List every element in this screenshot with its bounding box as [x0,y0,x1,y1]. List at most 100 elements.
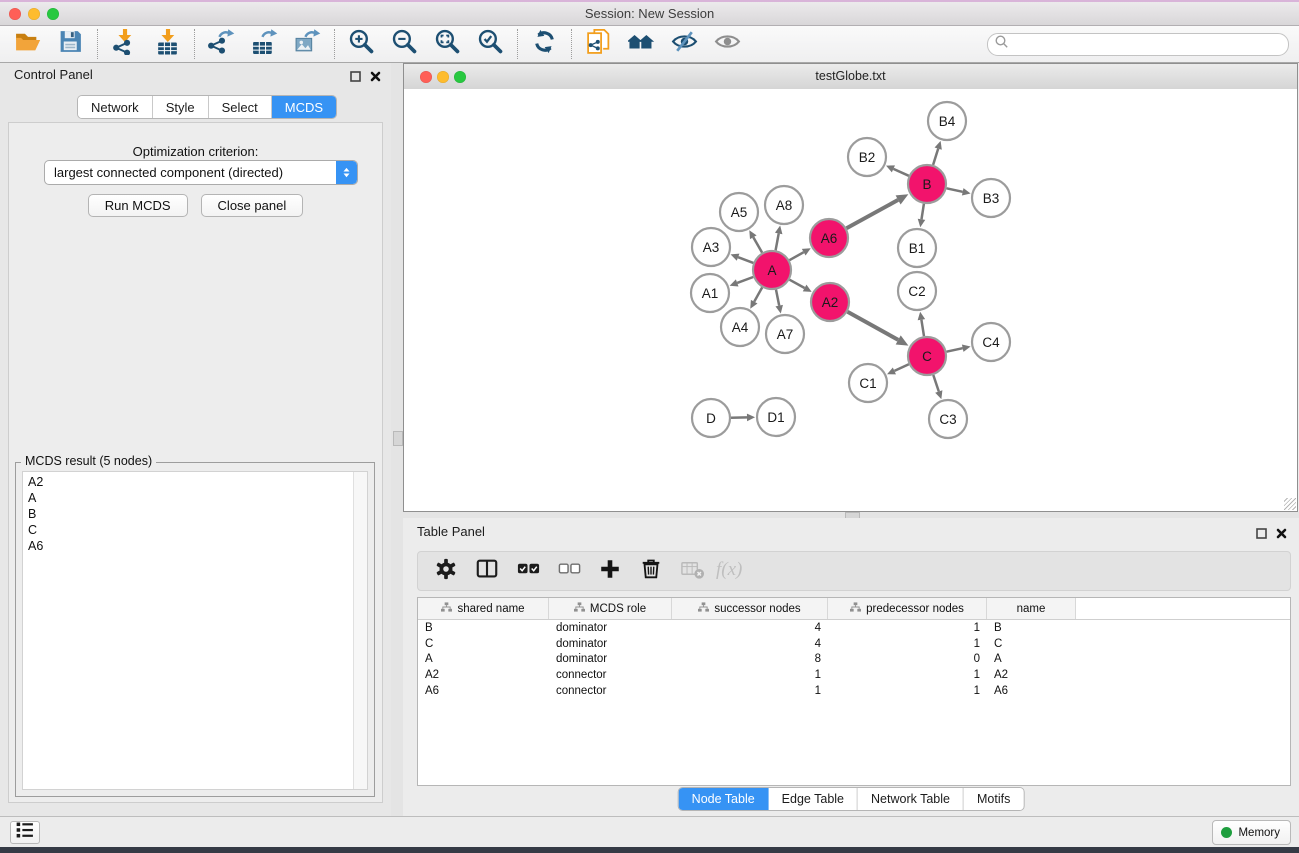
delete-column-button[interactable] [635,556,667,586]
table-cell[interactable]: connector [549,685,672,697]
column-header-name[interactable]: name [987,598,1076,619]
table-row[interactable]: A2connector11A2 [418,667,1290,683]
table-cell[interactable]: 4 [672,622,828,634]
graph-node-B3[interactable]: B3 [972,179,1010,217]
resize-corner-handle[interactable] [1284,498,1296,510]
graph-node-D1[interactable]: D1 [757,398,795,436]
export-table-button[interactable] [243,29,286,59]
column-header-successor-nodes[interactable]: successor nodes [672,598,828,619]
tab-style[interactable]: Style [153,96,209,118]
graph-node-C[interactable]: C [908,337,946,375]
graph-node-A2[interactable]: A2 [811,283,849,321]
optimization-select[interactable]: largest connected component (directed) [44,160,358,185]
graph-node-C1[interactable]: C1 [849,364,887,402]
table-cell[interactable]: 1 [672,685,828,697]
zoom-out-button[interactable] [383,29,426,59]
column-header-shared-name[interactable]: shared name [418,598,549,619]
table-cell[interactable]: 4 [672,638,828,650]
table-cell[interactable]: A [418,653,549,665]
home-button[interactable] [620,29,663,59]
graph-edge-A-A3[interactable] [738,257,753,263]
table-cell[interactable]: A6 [987,685,1076,697]
graph-edge-B-B2[interactable] [893,169,908,176]
open-file-button[interactable] [6,29,49,59]
refresh-button[interactable] [523,29,566,59]
graph-edge-C-C1[interactable] [894,364,908,371]
graph-node-A7[interactable]: A7 [766,315,804,353]
table-cell[interactable]: 1 [828,685,987,697]
mcds-result-item[interactable]: A6 [23,538,367,554]
divider-grip[interactable] [393,431,403,446]
table-row[interactable]: A6connector11A6 [418,683,1290,699]
table-row[interactable]: Cdominator41C [418,636,1290,652]
tab-network[interactable]: Network [78,96,153,118]
graph-edge-B-B4[interactable] [933,149,938,165]
table-cell[interactable]: A2 [418,669,549,681]
search-field[interactable] [987,33,1289,56]
float-panel-icon[interactable] [1254,526,1269,541]
graph-edge-A-A5[interactable] [753,237,762,252]
graph-edge-A-A1[interactable] [737,277,753,283]
table-cell[interactable]: 1 [828,622,987,634]
close-panel-icon[interactable] [1274,526,1289,541]
table-cell[interactable]: C [418,638,549,650]
network-canvas[interactable]: AA1A2A3A4A5A6A7A8BB1B2B3B4CC1C2C3C4DD1 [404,89,1297,511]
tab-network-table[interactable]: Network Table [858,788,964,810]
import-network-button[interactable] [103,29,146,59]
tab-node-table[interactable]: Node Table [679,788,769,810]
table-cell[interactable]: B [987,622,1076,634]
network-window-titlebar[interactable]: testGlobe.txt [404,64,1297,90]
graph-node-B4[interactable]: B4 [928,102,966,140]
table-cell[interactable]: A6 [418,685,549,697]
memory-button[interactable]: Memory [1212,820,1291,845]
new-network-from-selection-button[interactable] [577,29,620,59]
vertical-split-divider[interactable] [391,63,403,817]
show-all-button[interactable] [706,29,749,59]
table-cell[interactable]: B [418,622,549,634]
graph-edge-B-B3[interactable] [947,188,963,192]
table-cell[interactable]: 1 [672,669,828,681]
close-panel-button[interactable]: Close panel [201,194,304,217]
mcds-result-item[interactable]: A [23,490,367,506]
deselect-all-button[interactable] [553,556,585,586]
graph-node-D[interactable]: D [692,399,730,437]
graph-edge-A-A7[interactable] [776,290,779,306]
table-cell[interactable]: A [987,653,1076,665]
hide-selected-button[interactable] [663,29,706,59]
graph-node-A8[interactable]: A8 [765,186,803,224]
graph-node-B2[interactable]: B2 [848,138,886,176]
tab-edge-table[interactable]: Edge Table [769,788,858,810]
graph-edge-A-A2[interactable] [790,280,805,288]
scrollbar-track[interactable] [353,472,367,789]
tab-select[interactable]: Select [209,96,272,118]
graph-node-A5[interactable]: A5 [720,193,758,231]
save-session-button[interactable] [49,29,92,59]
graph-edge-A-A8[interactable] [776,234,779,251]
graph-edge-B-B1[interactable] [922,204,924,220]
table-cell[interactable]: 1 [828,669,987,681]
graph-node-C4[interactable]: C4 [972,323,1010,361]
table-cell[interactable]: 1 [828,638,987,650]
tab-mcds[interactable]: MCDS [272,96,336,118]
graph-node-A[interactable]: A [753,251,791,289]
graph-edge-C-C4[interactable] [947,348,963,352]
graph-node-B[interactable]: B [908,165,946,203]
graph-edge-A-A4[interactable] [754,287,762,301]
float-panel-icon[interactable] [348,69,363,84]
mcds-result-item[interactable]: C [23,522,367,538]
search-input[interactable] [1009,35,1288,53]
table-cell[interactable]: A2 [987,669,1076,681]
mcds-result-item[interactable]: B [23,506,367,522]
graph-node-A4[interactable]: A4 [721,308,759,346]
graph-edge-C-C3[interactable] [933,375,939,392]
zoom-fit-button[interactable] [426,29,469,59]
split-view-button[interactable] [471,556,503,586]
export-network-button[interactable] [200,29,243,59]
graph-node-C3[interactable]: C3 [929,400,967,438]
import-table-button[interactable] [146,29,189,59]
graph-node-B1[interactable]: B1 [898,229,936,267]
network-graph[interactable]: AA1A2A3A4A5A6A7A8BB1B2B3B4CC1C2C3C4DD1 [404,89,1297,511]
export-image-button[interactable] [286,29,329,59]
run-mcds-button[interactable]: Run MCDS [88,194,188,217]
table-row[interactable]: Adominator80A [418,652,1290,668]
